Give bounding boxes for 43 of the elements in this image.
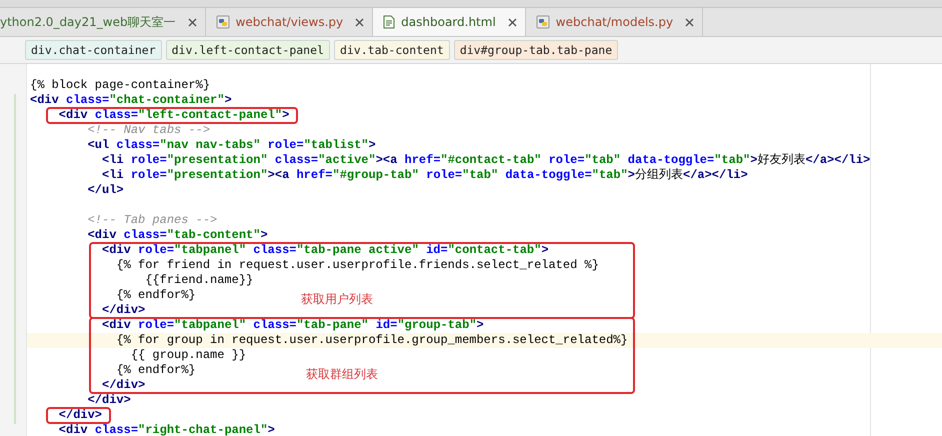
close-icon[interactable]: [355, 18, 364, 26]
close-icon[interactable]: [685, 18, 694, 26]
close-icon[interactable]: [508, 18, 517, 26]
code-line: {{ group.name }}: [130, 348, 246, 363]
tab-label: ython2.0_day21_web聊天室一: [0, 14, 176, 30]
code-line: <li role="presentation"><a href="#group-tab" role="tab" data-toggle="tab">分组列表</a></li>: [101, 168, 748, 183]
code-line: <div role="tabpanel" class="tab-pane" id="group-tab">: [101, 318, 484, 333]
code-line: {{friend.name}}: [144, 273, 254, 288]
code-line: {% block page-container%}: [30, 78, 210, 93]
python-file-icon: [536, 15, 550, 29]
breadcrumb[interactable]: div#group-tab.tab-pane: [454, 40, 618, 60]
tab-label: webchat/views.py: [236, 15, 344, 29]
code-line: <li role="presentation" class="active"><a href="#contact-tab" role="tab" data-toggle="tab">好友列表</a></li>: [101, 153, 870, 168]
code-line: <div class="chat-container">: [30, 93, 232, 108]
annotation-note: 获取用户列表: [301, 291, 373, 308]
breadcrumb[interactable]: div.left-contact-panel: [166, 40, 330, 60]
editor-tab[interactable]: dashboard.html: [373, 8, 526, 36]
editor-tab[interactable]: ython2.0_day21_web聊天室一: [0, 8, 206, 36]
tab-label: webchat/models.py: [556, 15, 674, 29]
editor-tab[interactable]: webchat/models.py: [526, 8, 704, 36]
code-line: {% endfor%}: [115, 363, 196, 378]
breadcrumb[interactable]: div.tab-content: [334, 40, 450, 60]
python-file-icon: [216, 15, 230, 29]
breadcrumb[interactable]: div.chat-container: [25, 40, 162, 60]
code-line: </ul>: [86, 183, 124, 198]
tab-label: dashboard.html: [401, 15, 496, 29]
code-line: </div>: [101, 303, 146, 318]
code-line: </div>: [101, 378, 146, 393]
annotation-note: 获取群组列表: [306, 366, 378, 383]
code-line: <div class="right-chat-panel">: [58, 423, 275, 436]
code-line: <ul class="nav nav-tabs" role="tablist">: [86, 138, 376, 153]
code-line: {% endfor%}: [115, 288, 196, 303]
code-line: </div>: [58, 408, 102, 423]
html-file-icon: [383, 15, 396, 29]
code-line: {% for friend in request.user.userprofile.friends.select_related %}: [115, 258, 599, 273]
code-line: {% for group in request.user.userprofile.group_members.select_related%}: [115, 333, 628, 348]
close-icon[interactable]: [188, 18, 197, 26]
code-line: <!-- Tab panes -->: [86, 213, 218, 228]
code-line: <div class="left-contact-panel">: [58, 108, 290, 123]
code-line: <div class="tab-content">: [86, 228, 268, 243]
code-line: <!-- Nav tabs -->: [86, 123, 210, 138]
code-line: </div>: [86, 393, 131, 408]
code-line: <div role="tabpanel" class="tab-pane active" id="contact-tab">: [101, 243, 549, 258]
